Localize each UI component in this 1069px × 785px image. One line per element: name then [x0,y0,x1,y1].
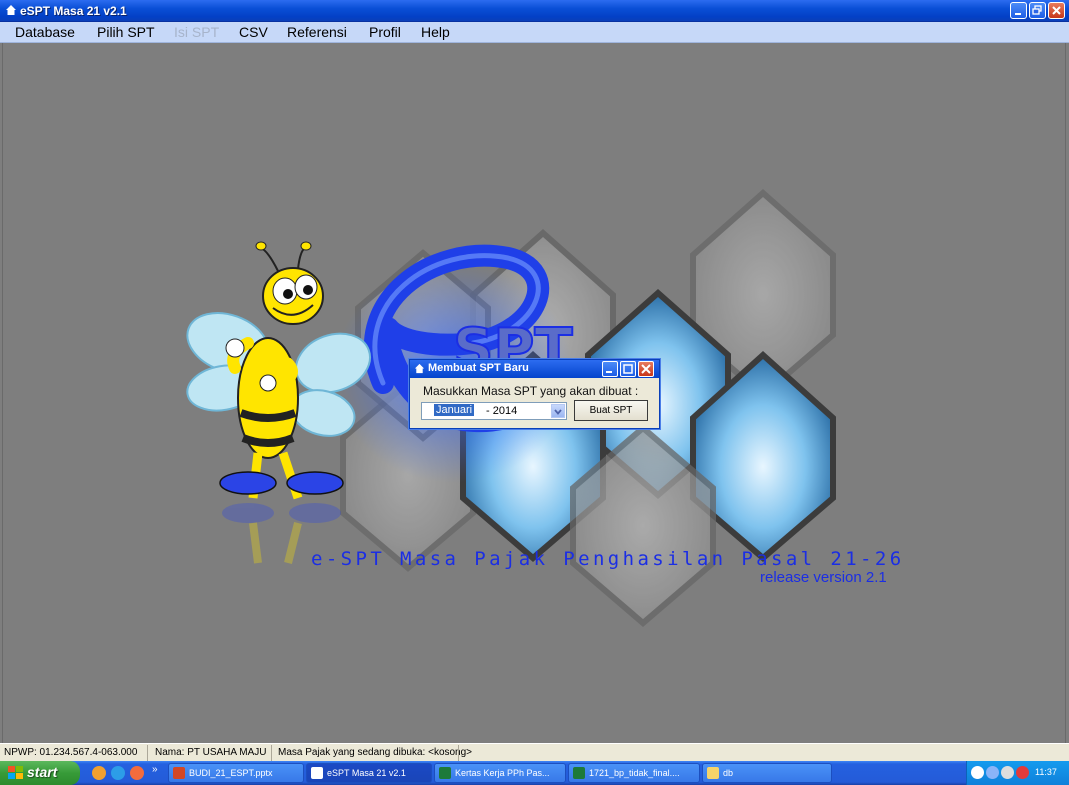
espt-app-icon [311,767,323,779]
folder-icon [707,767,719,779]
main-workspace: SPT e-SPT Masa Pajak Penghasilan Pasal 2… [2,43,1066,743]
antivirus-icon[interactable] [1016,766,1029,779]
close-button[interactable] [1048,2,1065,19]
dialog-minimize-button[interactable] [602,361,618,377]
start-label: start [27,764,58,780]
app-house-icon [6,5,16,15]
minimize-button[interactable] [1010,2,1027,19]
clock[interactable]: 11:37 [1035,767,1057,777]
splash-version: release version 2.1 [760,569,887,586]
dialog-title-bar[interactable]: Membuat SPT Baru [410,360,659,378]
network-icon[interactable] [986,766,999,779]
task-label: 1721_bp_tidak_final.... [589,768,680,778]
menu-database[interactable]: Database [15,24,75,40]
volume-icon[interactable] [1001,766,1014,779]
dialog-title: Membuat SPT Baru [428,362,529,374]
start-button[interactable]: start [0,761,80,785]
task-button-db[interactable]: db [702,763,832,783]
dialog-maximize-button[interactable] [620,361,636,377]
tray-arrow-icon[interactable] [971,766,984,779]
menu-isi-spt: Isi SPT [174,24,220,40]
dropdown-button[interactable] [551,404,565,418]
system-tray: 11:37 [966,761,1069,785]
minimize-icon [1015,13,1021,15]
menu-help[interactable]: Help [421,24,450,40]
excel-icon [439,767,451,779]
buat-spt-button[interactable]: Buat SPT [574,400,648,421]
excel-icon [573,767,585,779]
menu-bar: Database Pilih SPT Isi SPT CSV Referensi… [0,22,1069,43]
outlook-icon[interactable] [130,766,144,780]
chevron-down-icon [554,409,562,415]
splash-title: e-SPT Masa Pajak Penghasilan Pasal 21-26 [311,548,905,570]
internet-explorer-icon[interactable] [111,766,125,780]
task-label: BUDI_21_ESPT.pptx [189,768,273,778]
status-bar: NPWP: 01.234.567.4-063.000 Nama: PT USAH… [0,743,1069,761]
dialog-house-icon [414,363,425,374]
task-button-kertas-kerja[interactable]: Kertas Kerja PPh Pas... [434,763,566,783]
new-spt-dialog: Membuat SPT Baru Masukkan Masa SPT yang … [409,359,660,429]
status-separator [147,745,148,761]
firefox-icon[interactable] [92,766,106,780]
powerpoint-icon [173,767,185,779]
menu-csv[interactable]: CSV [239,24,268,40]
dialog-close-button[interactable] [638,361,654,377]
status-separator [458,745,459,761]
menu-pilih-spt[interactable]: Pilih SPT [97,24,155,40]
status-npwp: NPWP: 01.234.567.4-063.000 [4,747,138,758]
maximize-icon [623,364,633,374]
dialog-prompt: Masukkan Masa SPT yang akan dibuat : [423,384,639,398]
windows-flag-icon [8,766,23,779]
restore-button[interactable] [1029,2,1046,19]
window-title: eSPT Masa 21 v2.1 [20,4,127,18]
task-button-pptx[interactable]: BUDI_21_ESPT.pptx [168,763,304,783]
close-icon [1052,6,1061,15]
restore-icon [1032,5,1042,15]
selected-month: Januari [434,404,475,416]
task-label: Kertas Kerja PPh Pas... [455,768,550,778]
task-button-espt[interactable]: eSPT Masa 21 v2.1 [306,763,432,783]
task-label: eSPT Masa 21 v2.1 [327,768,406,778]
quick-launch-overflow-icon[interactable]: » [152,764,158,775]
status-separator [271,745,272,761]
selected-year: - 2014 [486,405,518,417]
title-bar[interactable]: eSPT Masa 21 v2.1 [0,0,1069,22]
espt-app-window: eSPT Masa 21 v2.1 Database Pilih SPT Isi… [0,0,1069,785]
minimize-icon [606,371,612,373]
status-masa-pajak: Masa Pajak yang sedang dibuka: <kosong> [278,747,473,758]
task-button-1721[interactable]: 1721_bp_tidak_final.... [568,763,700,783]
menu-profil[interactable]: Profil [369,24,401,40]
masa-spt-select[interactable]: Januari - 2014 [421,402,567,420]
status-nama: Nama: PT USAHA MAJU [155,747,267,758]
close-icon [641,364,651,374]
taskbar: start » BUDI_21_ESPT.pptx eSPT Masa 21 v… [0,761,1069,785]
menu-referensi[interactable]: Referensi [287,24,347,40]
task-label: db [723,768,734,778]
